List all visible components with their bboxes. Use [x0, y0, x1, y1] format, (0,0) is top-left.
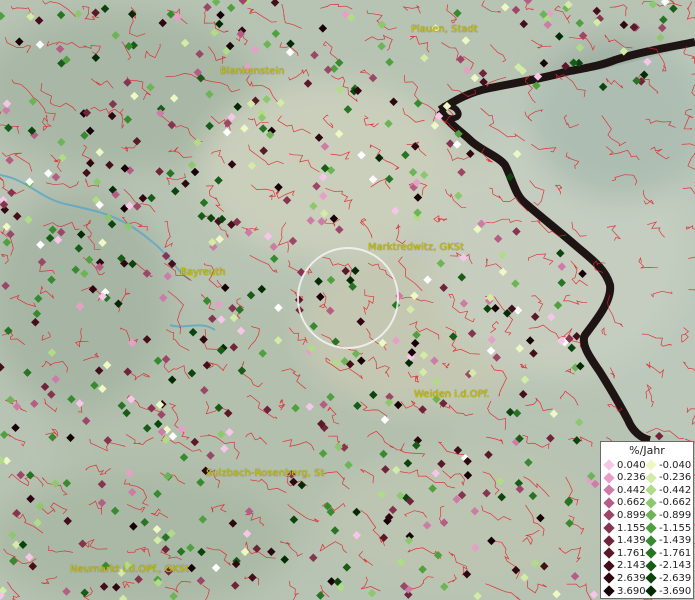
- legend-swatch: [645, 522, 657, 534]
- legend-swatch: [603, 484, 615, 496]
- legend-entry-positive: 1.155: [603, 522, 646, 534]
- map-view[interactable]: Plauen, Stadt Blankenstein Bayreuth Mark…: [0, 0, 695, 600]
- city-label-weiden: Weiden i.d.OPf.: [414, 389, 490, 400]
- legend-entry-negative: -1.439: [645, 534, 692, 547]
- legend-entry-positive: 2.639: [603, 572, 646, 585]
- legend-entry-negative: -2.143: [645, 560, 691, 572]
- legend-entry-positive: 0.662: [603, 497, 646, 509]
- legend-swatch: [603, 585, 615, 597]
- legend-entry-negative: -0.442: [645, 484, 691, 496]
- legend-value: -1.761: [659, 547, 692, 559]
- legend-value: 3.690: [617, 585, 646, 597]
- legend-swatch: [603, 509, 615, 522]
- city-label-neumarkt: Neumarkt i.d.OPf., GKSt: [70, 564, 190, 575]
- map-legend: %/Jahr 0.040 0.236 0.442 0.662 0.899 1.155 1.4…: [600, 441, 694, 599]
- city-label-blankenstein: Blankenstein: [220, 66, 285, 77]
- legend-value: -1.155: [659, 522, 692, 534]
- legend-entry-positive: 2.143: [603, 560, 646, 572]
- legend-entry-negative: -3.690: [645, 585, 691, 597]
- legend-swatch: [645, 471, 657, 484]
- legend-entry-positive: 1.439: [603, 534, 646, 547]
- legend-value: -3.690: [659, 585, 692, 597]
- legend-value: -2.639: [659, 572, 692, 584]
- legend-entry-negative: -0.236: [645, 471, 692, 484]
- legend-value: 0.899: [617, 509, 646, 521]
- legend-value: 2.143: [617, 560, 646, 572]
- legend-swatch: [645, 509, 657, 522]
- legend-entry-negative: -0.899: [645, 509, 692, 522]
- legend-value: -0.040: [659, 459, 692, 471]
- legend-swatch: [645, 497, 657, 509]
- legend-value: 0.442: [617, 484, 646, 496]
- legend-entry-positive: 0.236: [603, 471, 646, 484]
- legend-value: 1.155: [617, 522, 646, 534]
- legend-value: 2.639: [617, 572, 646, 584]
- legend-swatch: [603, 547, 615, 559]
- legend-entry-negative: -0.662: [645, 497, 691, 509]
- legend-entry-negative: -0.040: [645, 459, 691, 471]
- legend-entry-positive: 0.040: [603, 459, 646, 471]
- legend-value: 0.662: [617, 497, 646, 509]
- legend-entry-positive: 1.761: [603, 547, 646, 559]
- legend-swatch: [603, 471, 615, 484]
- legend-swatch: [645, 547, 657, 559]
- legend-value: -0.236: [659, 472, 692, 484]
- legend-swatch: [645, 534, 657, 547]
- legend-entry-negative: -1.155: [645, 522, 691, 534]
- legend-value: -0.899: [659, 509, 692, 521]
- legend-swatch: [603, 534, 615, 547]
- city-label-bayreuth: Bayreuth: [180, 267, 226, 278]
- legend-value: -1.439: [659, 535, 692, 547]
- legend-swatch: [603, 560, 615, 572]
- legend-swatch: [603, 459, 615, 471]
- legend-value: -0.662: [659, 497, 692, 509]
- city-label-sulzbach: Sulzbach-Rosenberg, St: [206, 468, 325, 479]
- legend-swatch: [645, 484, 657, 496]
- legend-entry-negative: -1.761: [645, 547, 691, 559]
- legend-value: 1.761: [617, 547, 646, 559]
- legend-swatch: [603, 522, 615, 534]
- legend-value: 0.040: [617, 459, 646, 471]
- legend-entry-negative: -2.639: [645, 572, 692, 585]
- legend-swatch: [645, 560, 657, 572]
- legend-entry-positive: 0.899: [603, 509, 646, 522]
- legend-value: -2.143: [659, 560, 692, 572]
- legend-entry-positive: 0.442: [603, 484, 646, 496]
- legend-swatch: [603, 497, 615, 509]
- city-label-plauen: Plauen, Stadt: [411, 24, 478, 35]
- map-canvas[interactable]: [0, 0, 695, 600]
- legend-swatch: [645, 572, 657, 585]
- legend-title: %/Jahr: [629, 444, 665, 457]
- legend-swatch: [645, 459, 657, 471]
- legend-value: 1.439: [617, 535, 646, 547]
- legend-value: 0.236: [617, 472, 646, 484]
- legend-swatch: [603, 572, 615, 585]
- city-label-marktredwitz: Marktredwitz, GKSt: [368, 242, 465, 253]
- legend-entry-positive: 3.690: [603, 585, 646, 597]
- legend-value: -0.442: [659, 484, 692, 496]
- legend-swatch: [645, 585, 657, 597]
